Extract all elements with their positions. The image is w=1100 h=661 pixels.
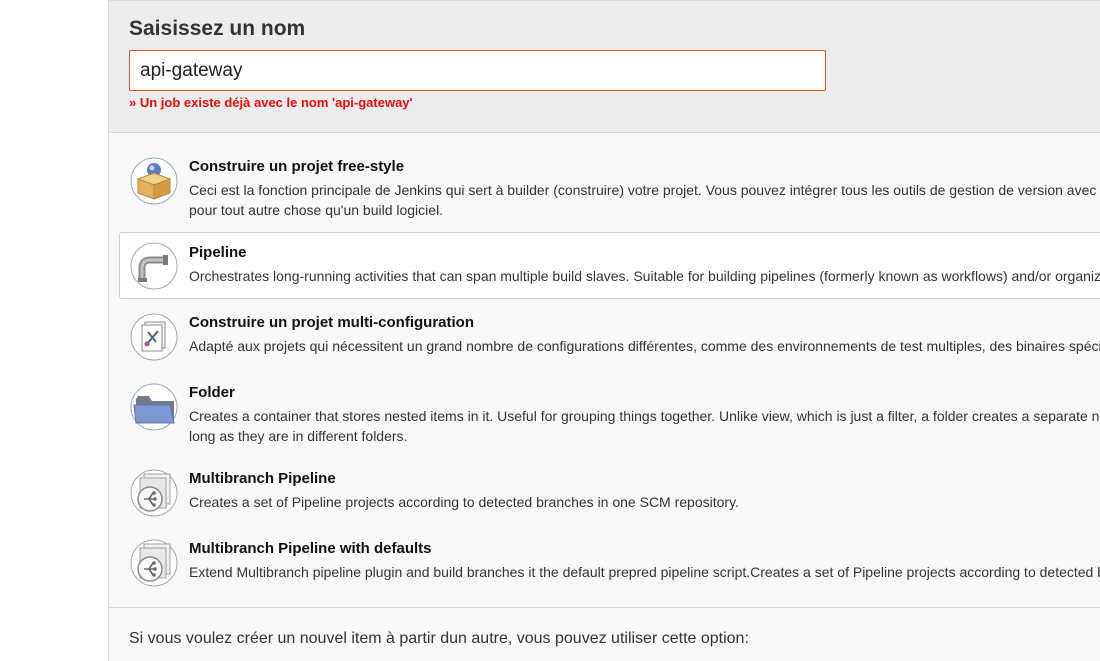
multibranch-pipeline-icon (130, 469, 178, 517)
item-title: Pipeline (189, 244, 247, 261)
item-title: Multibranch Pipeline (189, 470, 336, 487)
item-title: Construire un projet free-style (189, 158, 405, 175)
item-type-folder[interactable]: Folder Creates a container that stores n… (119, 377, 1100, 447)
item-description: Creates a container that stores nested i… (189, 408, 1100, 444)
pipeline-icon (130, 242, 178, 290)
item-description: Ceci est la fonction principale de Jenki… (189, 182, 1100, 218)
item-title: Folder (189, 384, 235, 401)
item-description: Extend Multibranch pipeline plugin and b… (189, 564, 1100, 580)
item-description: Orchestrates long-running activities tha… (189, 268, 1100, 284)
copy-from-hint: Si vous voulez créer un nouvel item à pa… (129, 630, 749, 647)
name-section: Saisissez un nom api-gateway » Un job ex… (109, 1, 1100, 133)
freestyle-package-icon (130, 157, 178, 205)
item-name-input[interactable]: api-gateway (129, 50, 826, 91)
item-title: Multibranch Pipeline with defaults (189, 540, 432, 557)
item-type-multibranch-pipeline[interactable]: Multibranch Pipeline Creates a set of Pi… (119, 463, 1100, 523)
multi-config-icon (130, 313, 178, 361)
multibranch-defaults-icon (130, 539, 178, 587)
item-type-freestyle[interactable]: Construire un projet free-style Ceci est… (119, 151, 1100, 219)
name-error-message: » Un job existe déjà avec le nom 'api-ga… (129, 95, 413, 110)
page-title: Saisissez un nom (129, 17, 306, 40)
item-type-pipeline[interactable]: Pipeline Orchestrates long-running activ… (119, 232, 1100, 299)
new-item-panel: Saisissez un nom api-gateway » Un job ex… (108, 0, 1100, 661)
section-divider (109, 607, 1100, 608)
folder-icon (130, 383, 178, 431)
item-type-multibranch-defaults[interactable]: Multibranch Pipeline with defaults Exten… (119, 533, 1100, 593)
item-title: Construire un projet multi-configuration (189, 314, 474, 331)
item-description: Creates a set of Pipeline projects accor… (189, 494, 739, 510)
item-description: Adapté aux projets qui nécessitent un gr… (189, 338, 1100, 354)
item-type-multi-configuration[interactable]: Construire un projet multi-configuration… (119, 307, 1100, 367)
